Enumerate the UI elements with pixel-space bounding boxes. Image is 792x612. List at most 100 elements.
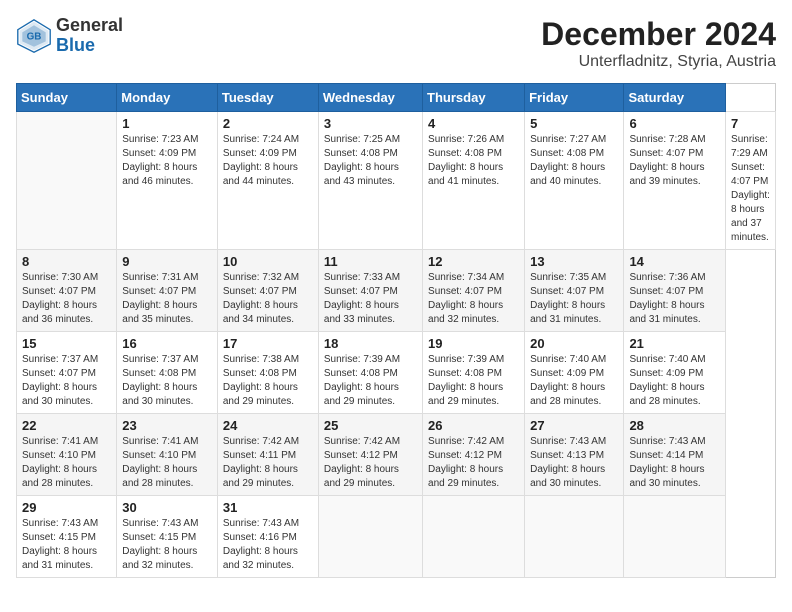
calendar-cell <box>525 496 624 578</box>
day-header-wednesday: Wednesday <box>318 84 422 112</box>
empty-cell <box>17 112 117 250</box>
logo-icon: GB <box>16 18 52 54</box>
cell-content: Sunrise: 7:40 AMSunset: 4:09 PMDaylight:… <box>629 353 720 409</box>
calendar-cell: 14 Sunrise: 7:36 AMSunset: 4:07 PMDayligh… <box>624 250 726 332</box>
day-number: 30 <box>122 500 212 515</box>
cell-content: Sunrise: 7:35 AMSunset: 4:07 PMDaylight:… <box>530 271 618 327</box>
day-number: 20 <box>530 336 618 351</box>
calendar-cell: 31Sunrise: 7:43 AMSunset: 4:16 PMDayligh… <box>217 496 318 578</box>
calendar-cell: 8 Sunrise: 7:30 AMSunset: 4:07 PMDaylight… <box>17 250 117 332</box>
day-number: 25 <box>324 418 417 433</box>
cell-content: Sunrise: 7:34 AMSunset: 4:07 PMDaylight:… <box>428 271 519 327</box>
cell-content: Sunrise: 7:36 AMSunset: 4:07 PMDaylight:… <box>629 271 720 327</box>
day-number: 4 <box>428 116 519 131</box>
day-number: 9 <box>122 254 212 269</box>
cell-content: Sunrise: 7:29 AMSunset: 4:07 PMDaylight:… <box>731 133 770 245</box>
calendar-cell: 16 Sunrise: 7:37 AMSunset: 4:08 PMDayligh… <box>117 332 218 414</box>
calendar-cell: 12 Sunrise: 7:34 AMSunset: 4:07 PMDayligh… <box>423 250 525 332</box>
title-section: December 2024 Unterfladnitz, Styria, Aus… <box>541 16 776 71</box>
cell-content: Sunrise: 7:43 AMSunset: 4:15 PMDaylight:… <box>122 517 212 573</box>
day-number: 14 <box>629 254 720 269</box>
calendar-cell: 29 Sunrise: 7:43 AMSunset: 4:15 PMDayligh… <box>17 496 117 578</box>
day-number: 23 <box>122 418 212 433</box>
cell-content: Sunrise: 7:43 AMSunset: 4:15 PMDaylight:… <box>22 517 111 573</box>
day-number: 8 <box>22 254 111 269</box>
cell-content: Sunrise: 7:43 AMSunset: 4:13 PMDaylight:… <box>530 435 618 491</box>
calendar-cell <box>624 496 726 578</box>
calendar-cell: 17 Sunrise: 7:38 AMSunset: 4:08 PMDayligh… <box>217 332 318 414</box>
calendar-cell: 13 Sunrise: 7:35 AMSunset: 4:07 PMDayligh… <box>525 250 624 332</box>
calendar-cell: 23Sunrise: 7:41 AMSunset: 4:10 PMDayligh… <box>117 414 218 496</box>
svg-text:GB: GB <box>27 31 42 42</box>
calendar-cell: 19 Sunrise: 7:39 AMSunset: 4:08 PMDayligh… <box>423 332 525 414</box>
cell-content: Sunrise: 7:39 AMSunset: 4:08 PMDaylight:… <box>428 353 519 409</box>
month-title: December 2024 <box>541 16 776 53</box>
day-header-thursday: Thursday <box>423 84 525 112</box>
cell-content: Sunrise: 7:37 AMSunset: 4:08 PMDaylight:… <box>122 353 212 409</box>
cell-content: Sunrise: 7:25 AMSunset: 4:08 PMDaylight:… <box>324 133 417 189</box>
calendar-cell: 21 Sunrise: 7:40 AMSunset: 4:09 PMDayligh… <box>624 332 726 414</box>
cell-content: Sunrise: 7:40 AMSunset: 4:09 PMDaylight:… <box>530 353 618 409</box>
day-number: 10 <box>223 254 313 269</box>
cell-content: Sunrise: 7:23 AMSunset: 4:09 PMDaylight:… <box>122 133 212 189</box>
cell-content: Sunrise: 7:24 AMSunset: 4:09 PMDaylight:… <box>223 133 313 189</box>
cell-content: Sunrise: 7:37 AMSunset: 4:07 PMDaylight:… <box>22 353 111 409</box>
day-number: 11 <box>324 254 417 269</box>
calendar-cell: 24Sunrise: 7:42 AMSunset: 4:11 PMDayligh… <box>217 414 318 496</box>
logo-blue: Blue <box>56 36 123 56</box>
day-number: 21 <box>629 336 720 351</box>
calendar-cell: 25Sunrise: 7:42 AMSunset: 4:12 PMDayligh… <box>318 414 422 496</box>
day-number: 5 <box>530 116 618 131</box>
day-number: 13 <box>530 254 618 269</box>
calendar-week-row: 29 Sunrise: 7:43 AMSunset: 4:15 PMDayligh… <box>17 496 776 578</box>
calendar-cell: 11 Sunrise: 7:33 AMSunset: 4:07 PMDayligh… <box>318 250 422 332</box>
calendar-cell: 28Sunrise: 7:43 AMSunset: 4:14 PMDayligh… <box>624 414 726 496</box>
calendar-header-row: SundayMondayTuesdayWednesdayThursdayFrid… <box>17 84 776 112</box>
cell-content: Sunrise: 7:30 AMSunset: 4:07 PMDaylight:… <box>22 271 111 327</box>
calendar-cell: 30 Sunrise: 7:43 AMSunset: 4:15 PMDayligh… <box>117 496 218 578</box>
calendar-cell: 6Sunrise: 7:28 AMSunset: 4:07 PMDaylight… <box>624 112 726 250</box>
calendar-week-row: 22Sunrise: 7:41 AMSunset: 4:10 PMDayligh… <box>17 414 776 496</box>
calendar-cell: 2Sunrise: 7:24 AMSunset: 4:09 PMDaylight… <box>217 112 318 250</box>
calendar-cell: 3 Sunrise: 7:25 AMSunset: 4:08 PMDaylight… <box>318 112 422 250</box>
day-header-saturday: Saturday <box>624 84 726 112</box>
day-number: 19 <box>428 336 519 351</box>
day-number: 15 <box>22 336 111 351</box>
day-number: 6 <box>629 116 720 131</box>
cell-content: Sunrise: 7:42 AMSunset: 4:12 PMDaylight:… <box>428 435 519 491</box>
cell-content: Sunrise: 7:39 AMSunset: 4:08 PMDaylight:… <box>324 353 417 409</box>
cell-content: Sunrise: 7:33 AMSunset: 4:07 PMDaylight:… <box>324 271 417 327</box>
calendar-cell: 26Sunrise: 7:42 AMSunset: 4:12 PMDayligh… <box>423 414 525 496</box>
calendar-cell: 22Sunrise: 7:41 AMSunset: 4:10 PMDayligh… <box>17 414 117 496</box>
cell-content: Sunrise: 7:32 AMSunset: 4:07 PMDaylight:… <box>223 271 313 327</box>
day-number: 7 <box>731 116 770 131</box>
calendar-cell <box>318 496 422 578</box>
day-header-sunday: Sunday <box>17 84 117 112</box>
logo-text: General Blue <box>56 16 123 56</box>
day-number: 29 <box>22 500 111 515</box>
calendar-cell: 27Sunrise: 7:43 AMSunset: 4:13 PMDayligh… <box>525 414 624 496</box>
calendar-cell: 18 Sunrise: 7:39 AMSunset: 4:08 PMDayligh… <box>318 332 422 414</box>
calendar-cell: 7 Sunrise: 7:29 AMSunset: 4:07 PMDaylight… <box>726 112 776 250</box>
calendar-cell: 20 Sunrise: 7:40 AMSunset: 4:09 PMDayligh… <box>525 332 624 414</box>
cell-content: Sunrise: 7:43 AMSunset: 4:16 PMDaylight:… <box>223 517 313 573</box>
page-header: GB General Blue December 2024 Unterfladn… <box>16 16 776 71</box>
day-header-tuesday: Tuesday <box>217 84 318 112</box>
day-number: 28 <box>629 418 720 433</box>
day-number: 22 <box>22 418 111 433</box>
calendar-table: SundayMondayTuesdayWednesdayThursdayFrid… <box>16 83 776 578</box>
calendar-cell: 4Sunrise: 7:26 AMSunset: 4:08 PMDaylight… <box>423 112 525 250</box>
calendar-week-row: 15 Sunrise: 7:37 AMSunset: 4:07 PMDayligh… <box>17 332 776 414</box>
location-title: Unterfladnitz, Styria, Austria <box>541 53 776 71</box>
day-number: 17 <box>223 336 313 351</box>
calendar-cell: 15 Sunrise: 7:37 AMSunset: 4:07 PMDayligh… <box>17 332 117 414</box>
calendar-cell <box>423 496 525 578</box>
logo-general: General <box>56 16 123 36</box>
calendar-cell: 5Sunrise: 7:27 AMSunset: 4:08 PMDaylight… <box>525 112 624 250</box>
day-number: 3 <box>324 116 417 131</box>
calendar-cell: 1Sunrise: 7:23 AMSunset: 4:09 PMDaylight… <box>117 112 218 250</box>
cell-content: Sunrise: 7:38 AMSunset: 4:08 PMDaylight:… <box>223 353 313 409</box>
day-number: 16 <box>122 336 212 351</box>
day-number: 12 <box>428 254 519 269</box>
day-number: 18 <box>324 336 417 351</box>
